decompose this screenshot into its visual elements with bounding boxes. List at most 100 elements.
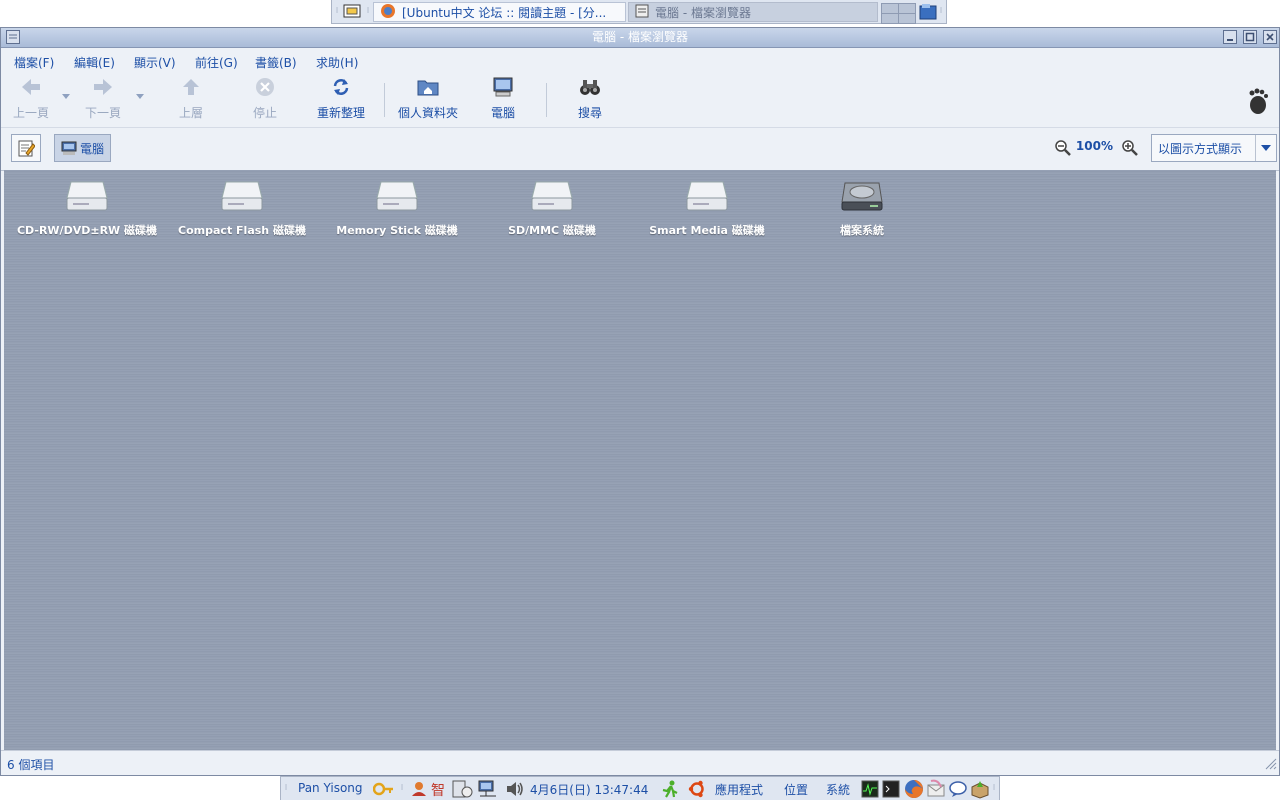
chat-icon[interactable] <box>948 779 968 802</box>
drive-smart-media[interactable]: Smart Media 磁碟機 <box>632 180 782 238</box>
panel-handle-icon[interactable]: ⁝ <box>283 779 289 797</box>
network-icon[interactable] <box>478 780 498 801</box>
removable-drive-icon <box>376 181 418 211</box>
task-firefox[interactable]: [Ubuntu中文 论坛 :: 閱讀主題 - [分... <box>373 2 626 22</box>
drive-sd-mmc[interactable]: SD/MMC 磁碟機 <box>477 180 627 238</box>
file-manager-icon <box>635 4 649 21</box>
panel-handle-icon[interactable]: ⁝ <box>365 2 371 20</box>
terminal-icon[interactable] <box>882 780 900 801</box>
harddisk-icon <box>841 182 883 211</box>
zoom-in-icon[interactable] <box>1122 140 1138 159</box>
location-toggle-button[interactable] <box>11 134 41 162</box>
maximize-button[interactable] <box>1243 30 1257 44</box>
running-man-icon[interactable] <box>660 780 680 801</box>
toolbar-separator <box>384 83 385 117</box>
minimize-icon <box>1227 39 1233 41</box>
menubar: 檔案(F) 編輯(E) 顯示(V) 前往(G) 書籤(B) 求助(H) <box>1 48 1279 72</box>
search-button[interactable]: 搜尋 <box>573 77 607 121</box>
drive-filesystem[interactable]: 檔案系統 <box>787 180 937 238</box>
menu-bookmarks[interactable]: 書籤(B) <box>255 54 297 71</box>
back-button[interactable]: 上一頁 <box>11 77 51 121</box>
icon-view[interactable]: CD-RW/DVD±RW 磁碟機 Compact Flash 磁碟機 Memor… <box>4 170 1276 752</box>
edit-location-icon <box>18 140 35 157</box>
panel-handle-icon[interactable]: ⁝ <box>334 2 340 20</box>
path-button-computer[interactable]: 電腦 <box>54 134 112 162</box>
gnome-foot-icon <box>1245 87 1269 118</box>
workspace-3[interactable] <box>881 13 899 24</box>
back-arrow-icon <box>22 79 40 95</box>
computer-icon <box>61 141 77 155</box>
window-list-menu-icon[interactable] <box>919 3 937 23</box>
close-icon <box>1266 33 1274 41</box>
menu-go[interactable]: 前往(G) <box>195 54 238 71</box>
stop-icon <box>256 78 274 96</box>
zoom-level[interactable]: 100% <box>1076 139 1113 153</box>
menu-view[interactable]: 顯示(V) <box>134 54 176 71</box>
ubuntu-logo-icon[interactable] <box>688 780 706 801</box>
user-switcher[interactable]: Pan Yisong <box>298 781 363 795</box>
top-panel: ⁝ ⁝ [Ubuntu中文 论坛 :: 閱讀主題 - [分... 電腦 - 檔案… <box>331 0 947 24</box>
window-title: 電腦 - 檔案瀏覽器 <box>592 30 688 44</box>
keys-icon[interactable] <box>372 781 395 800</box>
statusbar: 6 個項目 <box>1 750 1279 775</box>
task-label: [Ubuntu中文 论坛 :: 閱讀主題 - [分... <box>402 5 607 20</box>
removable-drive-icon <box>686 181 728 211</box>
location-bar: 電腦 100% 以圖示方式顯示 <box>1 128 1279 171</box>
task-label: 電腦 - 檔案瀏覽器 <box>655 5 751 20</box>
firefox-icon[interactable] <box>904 779 924 802</box>
menu-places[interactable]: 位置 <box>784 781 808 798</box>
drive-cdrw[interactable]: CD-RW/DVD±RW 磁碟機 <box>12 180 162 238</box>
resize-grip-icon[interactable] <box>1265 758 1277 773</box>
view-mode-select[interactable]: 以圖示方式顯示 <box>1151 134 1277 162</box>
minimize-button[interactable] <box>1223 30 1237 44</box>
input-method-icon[interactable]: 智 <box>431 780 445 800</box>
reload-button[interactable]: 重新整理 <box>313 77 369 121</box>
maximize-icon <box>1245 32 1255 42</box>
workspace-4[interactable] <box>898 13 916 24</box>
volume-icon[interactable] <box>505 780 525 801</box>
menu-system[interactable]: 系統 <box>826 781 850 798</box>
system-monitor-icon[interactable] <box>861 780 879 801</box>
panel-handle-icon[interactable]: ⁝ <box>399 779 405 797</box>
optical-drive-icon <box>66 181 108 211</box>
forward-history-dropdown[interactable] <box>136 94 144 99</box>
menu-applications[interactable]: 應用程式 <box>715 781 763 798</box>
clock[interactable]: 4月6日(日) 13:47:44 <box>530 781 648 798</box>
drive-memory-stick[interactable]: Memory Stick 磁碟機 <box>322 180 472 238</box>
up-arrow-icon <box>183 79 199 95</box>
removable-drive-icon <box>221 181 263 211</box>
zoom-out-icon[interactable] <box>1055 140 1071 159</box>
chevron-down-icon <box>1255 135 1276 161</box>
up-button[interactable]: 上層 <box>173 77 209 121</box>
firefox-icon <box>380 3 396 21</box>
show-desktop-icon[interactable] <box>343 3 361 19</box>
menu-help[interactable]: 求助(H) <box>316 54 358 71</box>
forward-button[interactable]: 下一頁 <box>83 77 123 121</box>
bottom-panel: ⁝ Pan Yisong ⁝ 智 4月6日(日) 13:47:44 應用程式 位… <box>280 776 1000 800</box>
removable-drive-icon <box>531 181 573 211</box>
clipboard-icon[interactable] <box>451 780 473 801</box>
task-file-manager[interactable]: 電腦 - 檔案瀏覽器 <box>628 2 878 22</box>
evolution-icon[interactable] <box>926 779 946 802</box>
back-history-dropdown[interactable] <box>62 94 70 99</box>
drive-compact-flash[interactable]: Compact Flash 磁碟機 <box>167 180 317 238</box>
window-menu-icon[interactable] <box>6 30 20 50</box>
forward-arrow-icon <box>94 79 112 95</box>
package-manager-icon[interactable] <box>970 779 990 802</box>
status-item-count: 6 個項目 <box>7 758 55 772</box>
menu-file[interactable]: 檔案(F) <box>14 54 54 71</box>
close-button[interactable] <box>1263 30 1277 44</box>
computer-icon <box>493 77 513 97</box>
panel-handle-icon[interactable]: ⁝ <box>938 2 944 20</box>
reload-icon <box>333 79 349 95</box>
computer-button[interactable]: 電腦 <box>487 77 519 121</box>
menu-edit[interactable]: 編輯(E) <box>74 54 115 71</box>
user-status-icon[interactable] <box>411 781 427 800</box>
stop-button[interactable]: 停止 <box>247 77 283 121</box>
binoculars-icon <box>580 80 600 95</box>
home-button[interactable]: 個人資料夾 <box>395 77 461 121</box>
panel-handle-icon[interactable]: ⁝ <box>991 779 997 797</box>
toolbar-separator <box>546 83 547 117</box>
titlebar[interactable]: 電腦 - 檔案瀏覽器 <box>1 28 1279 48</box>
home-folder-icon <box>417 80 439 96</box>
